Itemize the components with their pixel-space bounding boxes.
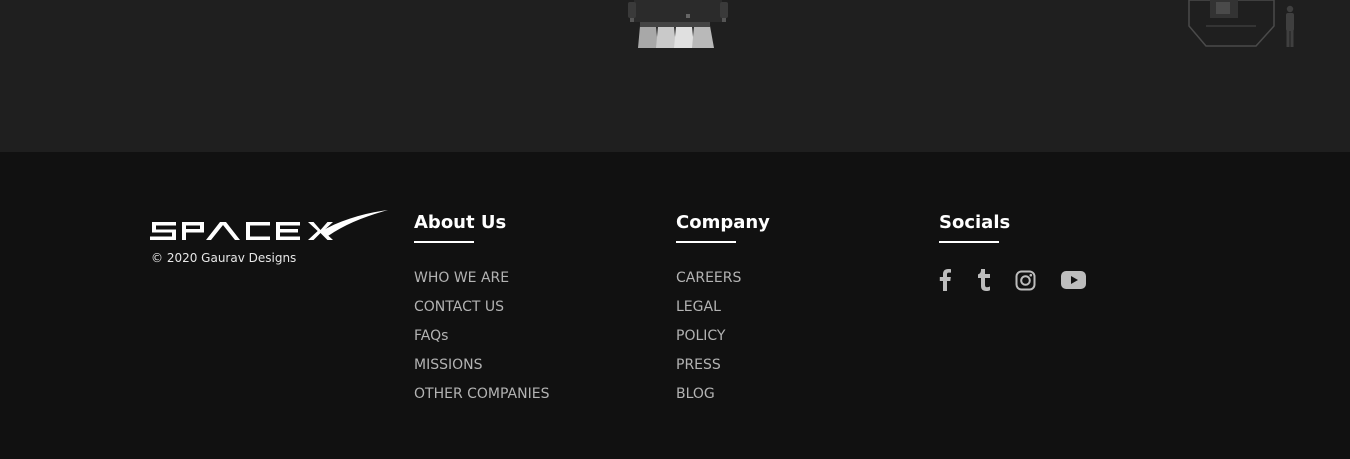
facebook-icon[interactable] [939, 269, 953, 291]
hero-section [0, 0, 1350, 152]
about-heading: About Us [414, 212, 507, 233]
link-who-we-are[interactable]: WHO WE ARE [414, 270, 509, 287]
list-item: PRESS [676, 354, 770, 383]
spacex-logo[interactable] [150, 210, 390, 244]
rocket-engines-image [628, 0, 728, 48]
company-heading: Company [676, 212, 770, 233]
list-item: OTHER COMPANIES [414, 383, 549, 412]
link-missions[interactable]: MISSIONS [414, 357, 483, 374]
list-item: LEGAL [676, 296, 770, 325]
brand-block: © 2020 Gaurav Designs [150, 210, 390, 265]
social-icons [939, 265, 1087, 295]
capsule-scale-diagram [1188, 0, 1294, 47]
youtube-icon[interactable] [1061, 271, 1087, 289]
instagram-icon[interactable] [1015, 270, 1037, 291]
list-item: FAQs [414, 325, 549, 354]
link-press[interactable]: PRESS [676, 357, 721, 374]
site-footer: © 2020 Gaurav Designs About Us WHO WE AR… [0, 152, 1350, 459]
company-links: CAREERS LEGAL POLICY PRESS BLOG [676, 267, 770, 412]
link-policy[interactable]: POLICY [676, 328, 725, 345]
socials-heading: Socials [939, 212, 1011, 233]
link-faqs[interactable]: FAQs [414, 328, 448, 345]
company-column: Company CAREERS LEGAL POLICY PRESS BLOG [676, 212, 770, 412]
socials-column: Socials [939, 212, 1087, 295]
tumblr-icon[interactable] [977, 269, 991, 291]
list-item: POLICY [676, 325, 770, 354]
heading-underline [676, 241, 736, 243]
link-legal[interactable]: LEGAL [676, 299, 721, 316]
link-other-companies[interactable]: OTHER COMPANIES [414, 386, 549, 403]
link-careers[interactable]: CAREERS [676, 270, 741, 287]
link-blog[interactable]: BLOG [676, 386, 715, 403]
list-item: CAREERS [676, 267, 770, 296]
heading-underline [939, 241, 999, 243]
list-item: MISSIONS [414, 354, 549, 383]
list-item: BLOG [676, 383, 770, 412]
about-links: WHO WE ARE CONTACT US FAQs MISSIONS OTHE… [414, 267, 549, 412]
about-column: About Us WHO WE ARE CONTACT US FAQs MISS… [414, 212, 549, 412]
list-item: CONTACT US [414, 296, 549, 325]
heading-underline [414, 241, 474, 243]
link-contact-us[interactable]: CONTACT US [414, 299, 504, 316]
list-item: WHO WE ARE [414, 267, 549, 296]
copyright-text: © 2020 Gaurav Designs [151, 251, 297, 265]
